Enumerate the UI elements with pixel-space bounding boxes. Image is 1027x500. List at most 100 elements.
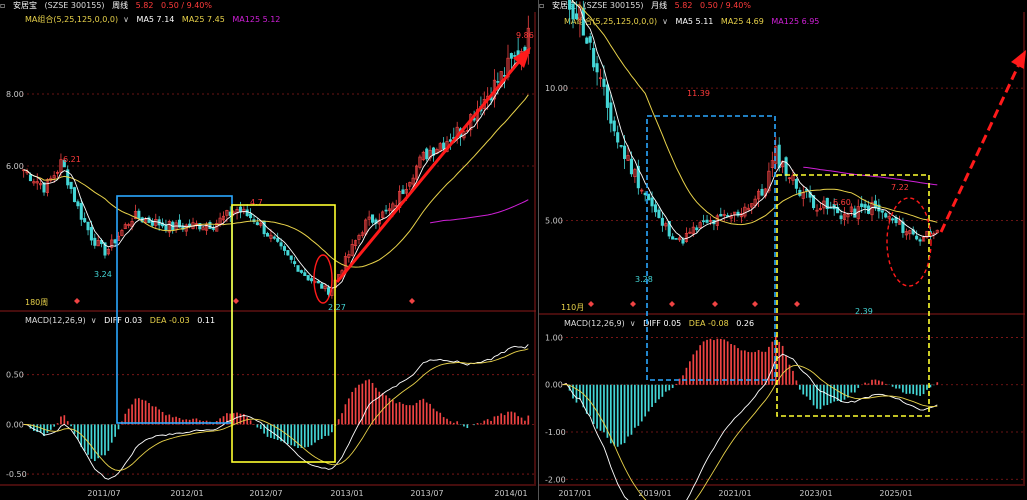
candle-body — [671, 236, 675, 240]
candle-body — [208, 222, 212, 229]
x-tick-label: 2011/07 — [87, 489, 120, 498]
candle-body — [442, 142, 446, 149]
price-annotation: 6.21 — [63, 155, 81, 164]
x-tick-label: 2025/01 — [879, 489, 912, 498]
candle-body — [370, 214, 375, 223]
candle-body — [238, 206, 242, 213]
candle-body — [211, 228, 215, 230]
candle-body — [660, 217, 664, 226]
macd-y-tick-label: 0.00 — [6, 420, 24, 429]
candle-body — [448, 139, 452, 142]
macd-dea-line — [23, 348, 529, 471]
candle-body — [574, 13, 579, 20]
x-tick-label: 2017/01 — [558, 489, 591, 498]
x-tick-label: 2013/01 — [330, 489, 363, 498]
macd-y-tick-label: -2.00 — [545, 475, 566, 484]
period-tag: 180周 — [25, 298, 48, 307]
candle-body — [853, 208, 857, 218]
candle-body — [28, 174, 33, 182]
x-tick-label: 2012/01 — [170, 489, 203, 498]
left-chart-panel[interactable]: ▫ 安居宝 (SZSE 300155) 周线 5.82 0.50 / 9.40%… — [0, 0, 538, 500]
y-tick-label: 8.00 — [6, 90, 24, 99]
x-tick-label: 2023/01 — [799, 489, 832, 498]
right-chart-panel[interactable]: ▫ 安居宝 (SZSE 300155) 月线 5.82 0.50 / 9.40%… — [539, 0, 1027, 500]
right-chart-svg[interactable]: 10.005.001.000.00-1.00-2.002017/01 2019/0… — [539, 0, 1027, 500]
candle-body — [282, 246, 287, 251]
signal-marker-icon — [74, 298, 80, 304]
candle-body — [113, 239, 117, 244]
macd-y-tick-label: 0.00 — [545, 381, 563, 390]
signal-marker-icon — [233, 298, 239, 304]
candle-body — [299, 270, 303, 273]
candle-body — [777, 144, 781, 168]
candle-body — [653, 204, 658, 213]
candle-body — [293, 261, 297, 265]
candle-body — [509, 53, 513, 59]
ma125-line — [430, 199, 529, 224]
signal-marker-icon — [794, 301, 800, 307]
candle-body — [784, 157, 788, 176]
candle-body — [794, 178, 798, 189]
candle-body — [863, 204, 867, 208]
candle-body — [695, 227, 699, 231]
candle-body — [595, 63, 599, 73]
candle-body — [681, 239, 685, 244]
candle-body — [585, 37, 589, 44]
price-annotation: 3.28 — [635, 275, 653, 284]
candle-body — [384, 209, 388, 212]
candle-body — [702, 220, 706, 223]
candle-body — [72, 187, 77, 203]
trend-arrow-line — [939, 61, 1022, 233]
candle-body — [79, 203, 83, 220]
candle-body — [588, 36, 592, 43]
macd-dea-line — [562, 364, 938, 500]
candle-body — [571, 3, 575, 20]
signal-marker-icon — [712, 301, 718, 307]
candle-body — [255, 222, 259, 226]
left-chart-svg[interactable]: 8.00 6.00 0.50 0.00 -0.50 2011/07 2012/01 2012/… — [0, 0, 538, 500]
yellow-highlight-box — [776, 174, 930, 417]
macd-diff-line — [562, 353, 938, 500]
candle-body — [602, 78, 606, 87]
y-tick-label: 5.00 — [545, 216, 563, 225]
candle-body — [228, 211, 232, 216]
signal-marker-icon — [630, 301, 636, 307]
x-tick-label: 2013/07 — [410, 489, 443, 498]
macd-y-tick-label: -1.00 — [545, 428, 566, 437]
y-tick-label: 6.00 — [6, 162, 24, 171]
candle-body — [619, 145, 623, 147]
price-annotation: 6.60 — [833, 198, 851, 207]
candle-body — [568, 0, 572, 10]
candle-body — [69, 181, 73, 189]
price-annotation: 7.22 — [891, 183, 909, 192]
candle-body — [303, 272, 307, 276]
candle-body — [83, 218, 87, 223]
candle-body — [286, 250, 290, 256]
price-annotation: 2.27 — [328, 303, 346, 312]
candle-body — [76, 201, 80, 207]
ma125-line — [803, 166, 938, 186]
trend-arrow-line — [335, 57, 524, 283]
candle-body — [643, 192, 647, 196]
candle-body — [650, 197, 654, 207]
candle-body — [918, 239, 922, 242]
candle-body — [623, 145, 627, 159]
candle-body — [265, 233, 270, 237]
candle-body — [425, 148, 429, 160]
macd-y-tick-label: -0.50 — [6, 470, 27, 479]
candle-body — [616, 132, 620, 143]
ma5-line — [571, 0, 938, 240]
candle-body — [674, 238, 678, 240]
candle-body — [272, 236, 276, 239]
candle-body — [581, 8, 585, 36]
candle-body — [657, 209, 661, 218]
candle-body — [245, 209, 249, 217]
candle-body — [316, 281, 320, 284]
ma25-line — [571, 0, 938, 226]
candle-body — [719, 214, 723, 217]
price-annotation: 11.39 — [687, 89, 710, 98]
macd-y-tick-label: 0.50 — [6, 371, 24, 380]
candle-body — [839, 215, 843, 220]
candle-body — [880, 210, 884, 213]
red-circle-highlight — [886, 197, 932, 287]
